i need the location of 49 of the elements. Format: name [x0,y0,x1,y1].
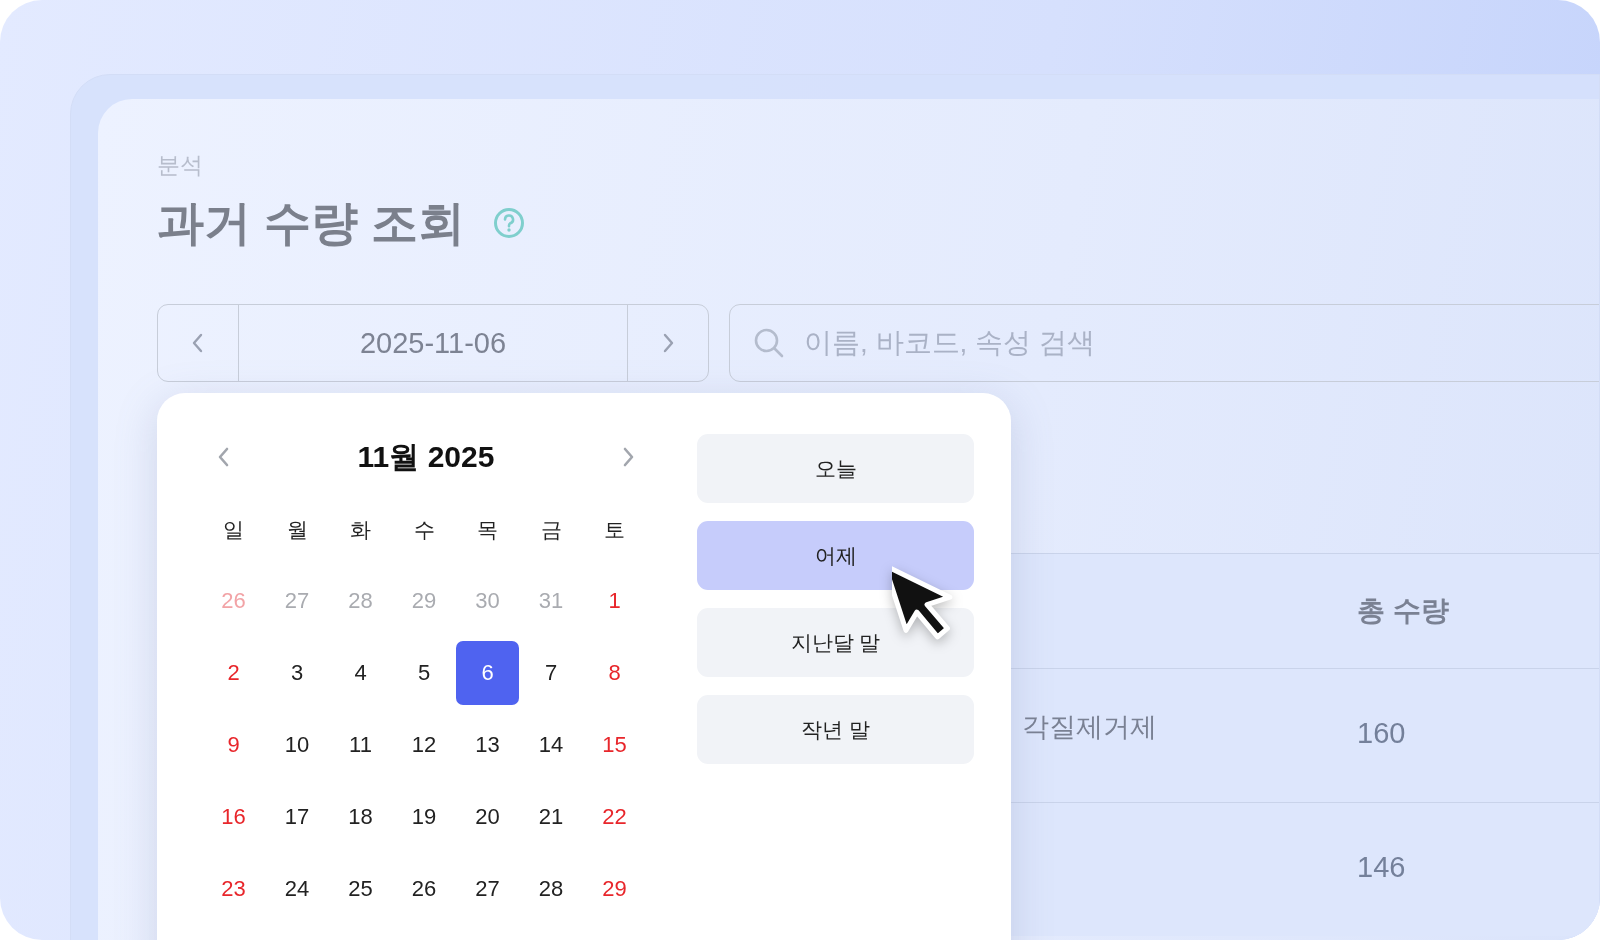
calendar-day[interactable]: 15 [583,713,646,777]
calendar-day[interactable]: 4 [329,641,392,705]
calendar-day[interactable]: 5 [392,641,456,705]
calendar-day[interactable]: 22 [583,785,646,849]
calendar-day[interactable]: 26 [392,857,456,921]
calendar-day[interactable]: 13 [456,713,519,777]
column-header: 총 수량 [1357,594,1450,628]
preset-button[interactable]: 어제 [697,521,974,590]
calendar-day[interactable]: 11 [329,713,392,777]
calendar-day[interactable]: 2 [202,641,265,705]
calendar-day[interactable]: 18 [329,785,392,849]
calendar-day[interactable]: 29 [583,857,646,921]
table-cell: 160 [1357,717,1406,750]
weekday-label: 월 [285,517,309,543]
preset-button[interactable]: 작년 말 [697,695,974,764]
calendar-day[interactable]: 8 [583,641,646,705]
calendar-day[interactable]: 28 [519,857,583,921]
weekday-label: 화 [349,517,373,543]
calendar-day[interactable]: 21 [519,785,583,849]
weekday-label: 수 [412,517,436,543]
table-cell-text: 각질제거제 [1022,711,1157,744]
weekday-label: 토 [603,517,627,543]
calendar-day[interactable]: 12 [392,713,456,777]
preset-button[interactable]: 지난달 말 [697,608,974,677]
calendar-day[interactable]: 23 [202,857,265,921]
search-icon [753,327,785,359]
page-title: 과거 수량 조회 [157,194,466,251]
weekday-label: 일 [222,517,246,543]
weekday-label: 금 [539,517,563,543]
weekday-label: 목 [476,517,500,543]
calendar-day[interactable]: 27 [456,857,519,921]
calendar-day[interactable]: 1 [583,569,646,633]
calendar-day[interactable]: 16 [202,785,265,849]
calendar-day[interactable]: 25 [329,857,392,921]
help-icon[interactable] [493,207,526,239]
calendar-day[interactable]: 24 [265,857,329,921]
calendar-day[interactable]: 3 [265,641,329,705]
table-cell: 146 [1357,851,1406,884]
calendar-day[interactable]: 10 [265,713,329,777]
calendar-day[interactable]: 14 [519,713,583,777]
month-title: 11월 2025 [357,438,495,475]
calendar-day[interactable]: 19 [392,785,456,849]
calendar-day[interactable]: 6 [456,641,519,705]
search-field[interactable]: 이름, 바코드, 속성 검색 [729,304,1599,382]
calendar-day[interactable]: 7 [519,641,583,705]
calendar-day[interactable]: 20 [456,785,519,849]
calendar-day[interactable]: 9 [202,713,265,777]
calendar-day[interactable]: 17 [265,785,329,849]
preset-button[interactable]: 오늘 [697,434,974,503]
